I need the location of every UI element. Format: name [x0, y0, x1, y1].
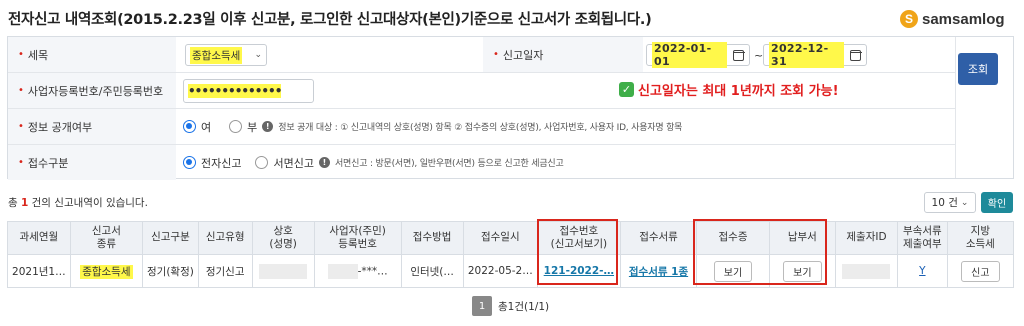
confirm-button[interactable]: 확인	[981, 192, 1013, 213]
search-form: • 세목 종합소득세 ⌄ • 신고일자 2022-01-01 ~ 2022-12-3…	[7, 36, 1014, 180]
col-header: 접수서류	[619, 221, 698, 255]
form-row-receipt: • 접수구분 전자신고 서면신고 ! 서면신고 : 방문(서면), 일반우편(서면…	[8, 145, 955, 180]
registration-number-input[interactable]: ••••••••••••••	[183, 79, 314, 103]
page-size-select[interactable]: 10 건 ⌄	[924, 192, 976, 213]
label-report-date: • 신고일자	[483, 37, 643, 72]
disclosure-yes-radio[interactable]	[183, 120, 196, 133]
receipt-electronic-label: 전자신고	[201, 156, 242, 170]
cell-regno: -***…	[313, 254, 402, 288]
table-header-row: 과세연월 신고서 종류 신고구분 신고유형 상호 (성명) 사업자(주민) 등록…	[7, 221, 1015, 255]
col-header: 접수일시	[462, 221, 538, 255]
page-number-button[interactable]: 1	[472, 296, 492, 316]
label-tax-item: • 세목	[8, 37, 176, 72]
cell-period: 2021년1…	[7, 254, 71, 288]
local-tax-report-button[interactable]: 신고	[961, 260, 1000, 282]
info-icon: !	[262, 121, 274, 132]
calendar-icon[interactable]	[732, 49, 745, 61]
date-to-input[interactable]: 2022-12-31	[763, 42, 867, 68]
disclosure-radio-group: 여 부 ! 정보 공개 대상 : ① 신고내역의 상호(성명) 항목 ② 접수증…	[183, 109, 682, 144]
date-separator: ~	[754, 49, 764, 62]
form-row-regno: • 사업자등록번호/주민등록번호 •••••••••••••• ✓ 신고일자는 최…	[8, 73, 955, 109]
receipt-paper-radio[interactable]	[255, 156, 269, 169]
info-icon: !	[318, 157, 330, 168]
chevron-down-icon: ⌄	[960, 197, 969, 208]
brand-mark-icon: S	[900, 10, 918, 28]
col-header: 제출자ID	[834, 221, 899, 255]
search-button[interactable]: 조회	[958, 53, 998, 85]
tax-item-select[interactable]: 종합소득세 ⌄	[185, 44, 267, 66]
table-row: 2021년1… 종합소득세 정기(확정) 정기신고 -***… 인터넷(… 20…	[7, 254, 1015, 288]
col-header: 신고유형	[197, 221, 253, 255]
disclosure-no-radio[interactable]	[229, 120, 243, 133]
cell-datetime: 2022-05-2…	[462, 254, 538, 288]
highlight-box	[693, 219, 827, 285]
col-header: 상호 (성명)	[251, 221, 315, 255]
col-header: 접수방법	[400, 221, 464, 255]
brand-logo: S samsamlog	[900, 10, 1005, 28]
label-receipt-type: • 접수구분	[8, 145, 176, 180]
receipt-radio-group: 전자신고 서면신고 ! 서면신고 : 방문(서면), 일반우편(서면) 등으로 …	[183, 145, 564, 180]
cell-method: 인터넷(…	[400, 254, 464, 288]
cell-docs: 접수서류 1종	[619, 254, 698, 288]
chevron-down-icon: ⌄	[254, 50, 262, 60]
col-header: 신고서 종류	[69, 221, 144, 255]
results-table: 과세연월 신고서 종류 신고구분 신고유형 상호 (성명) 사업자(주민) 등록…	[7, 221, 1015, 288]
receipt-info-text: 서면신고 : 방문(서면), 일반우편(서면) 등으로 신고한 세금신고	[334, 159, 564, 169]
date-from-input[interactable]: 2022-01-01	[646, 42, 750, 68]
disclosure-yes-label: 여	[201, 120, 212, 134]
cell-form-type: 종합소득세	[69, 254, 144, 288]
receipt-paper-label: 서면신고	[273, 156, 314, 170]
receipt-electronic-radio[interactable]	[183, 156, 196, 169]
highlight-box	[537, 219, 618, 285]
receipt-docs-link[interactable]: 접수서류 1종	[629, 266, 688, 278]
cell-attached: Y	[897, 254, 948, 288]
form-row-tax: • 세목 종합소득세 ⌄ • 신고일자 2022-01-01 ~ 2022-12-3…	[8, 37, 955, 73]
checkmark-icon: ✓	[619, 82, 634, 97]
cell-report-kind: 정기(확정)	[142, 254, 199, 288]
col-header: 신고구분	[142, 221, 199, 255]
form-row-disclose: • 정보 공개여부 여 부 ! 정보 공개 대상 : ① 신고내역의 상호(성명)…	[8, 109, 955, 145]
attached-docs-link[interactable]: Y	[919, 265, 925, 277]
col-header: 사업자(주민) 등록번호	[313, 221, 402, 255]
disclosure-info-text: 정보 공개 대상 : ① 신고내역의 상호(성명) 항목 ② 접수증의 상호(성…	[278, 123, 683, 133]
disclosure-no-label: 부	[247, 120, 258, 134]
page-summary: 총1건(1/1)	[498, 300, 550, 313]
cell-report-type: 정기신고	[197, 254, 253, 288]
col-header: 지방 소득세	[946, 221, 1015, 255]
pagination: 1 총1건(1/1)	[472, 296, 549, 316]
cell-submitter	[834, 254, 899, 288]
brand-name: samsamlog	[922, 10, 1005, 28]
label-disclosure: • 정보 공개여부	[8, 109, 176, 144]
page-title: 전자신고 내역조회(2015.2.23일 이후 신고분, 로그인한 신고대상자(…	[8, 12, 652, 28]
col-header: 과세연월	[7, 221, 71, 255]
cell-local-tax: 신고	[946, 254, 1015, 288]
col-header: 부속서류 제출여부	[897, 221, 948, 255]
calendar-icon[interactable]	[849, 49, 862, 61]
page: 전자신고 내역조회(2015.2.23일 이후 신고분, 로그인한 신고대상자(…	[0, 0, 1024, 326]
cell-name-masked	[251, 254, 315, 288]
label-registration-number: • 사업자등록번호/주민등록번호	[8, 73, 176, 108]
date-limit-notice: ✓ 신고일자는 최대 1년까지 조회 가능!	[619, 80, 839, 99]
result-count: 총 1 건의 신고내역이 있습니다.	[8, 197, 148, 209]
